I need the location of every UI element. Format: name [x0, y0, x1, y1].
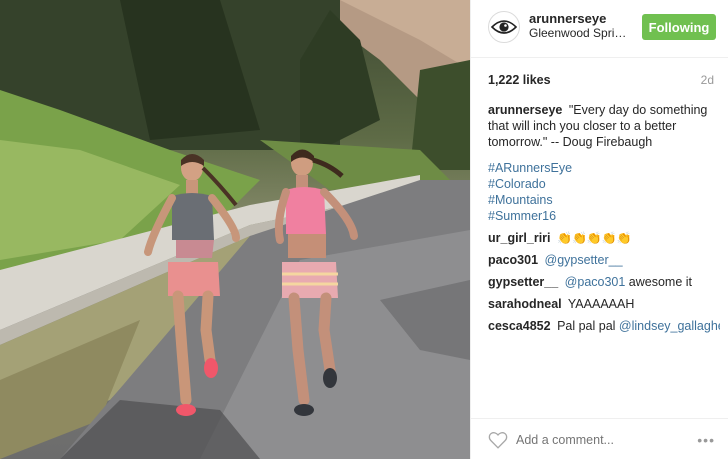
hashtag-link[interactable]: #Summer16 [488, 208, 720, 224]
caption-username[interactable]: arunnerseye [488, 103, 562, 117]
more-options-icon[interactable]: ••• [697, 432, 715, 448]
comment-username[interactable]: sarahodneal [488, 297, 562, 311]
eye-logo-icon [491, 20, 517, 34]
comment-username[interactable]: cesca4852 [488, 319, 551, 333]
caption: arunnerseye "Every day do something that… [488, 102, 720, 150]
post-details-panel: arunnerseye Gleenwood Springs Following … [470, 0, 728, 459]
comment-mention[interactable]: @lindsey_gallagher_ [619, 319, 720, 333]
hashtag-link[interactable]: #Colorado [488, 176, 720, 192]
username-link[interactable]: arunnerseye [529, 11, 606, 26]
comment-mention[interactable]: @gypsetter__ [545, 253, 623, 267]
comment-username[interactable]: gypsetter__ [488, 275, 558, 289]
comment-item: cesca4852 Pal pal pal @lindsey_gallagher… [488, 318, 720, 334]
comments-list: arunnerseye "Every day do something that… [488, 102, 720, 412]
heart-icon[interactable] [488, 431, 508, 449]
hashtag-link[interactable]: #ARunnersEye [488, 160, 720, 176]
location-link[interactable]: Gleenwood Springs [529, 26, 629, 40]
comment-text: 👏👏👏👏👏 [557, 231, 632, 245]
comment-text: YAAAAAAH [567, 297, 635, 311]
comment-footer: ••• [471, 418, 728, 459]
post-header: arunnerseye Gleenwood Springs Following [471, 0, 728, 58]
add-comment-input[interactable] [516, 433, 666, 447]
avatar[interactable] [488, 11, 520, 43]
comment-item: paco301 @gypsetter__ [488, 252, 720, 268]
comment-text: awesome it [625, 275, 693, 289]
runners-photo-illustration [0, 0, 470, 459]
comment-username[interactable]: ur_girl_riri [488, 231, 551, 245]
comment-item: sarahodneal YAAAAAAH [488, 296, 720, 312]
likes-count[interactable]: 1,222 likes [488, 73, 551, 87]
comment-username[interactable]: paco301 [488, 253, 538, 267]
following-button[interactable]: Following [642, 14, 716, 40]
comment-item: gypsetter__ @paco301 awesome it [488, 274, 720, 290]
hashtag-list: #ARunnersEye #Colorado #Mountains #Summe… [488, 160, 720, 224]
hashtag-link[interactable]: #Mountains [488, 192, 720, 208]
comment-mention[interactable]: @paco301 [565, 275, 626, 289]
comment-text: Pal pal pal [557, 319, 619, 333]
post-photo[interactable] [0, 0, 470, 459]
post-age[interactable]: 2d [701, 73, 714, 87]
comment-item: ur_girl_riri 👏👏👏👏👏 [488, 230, 720, 246]
